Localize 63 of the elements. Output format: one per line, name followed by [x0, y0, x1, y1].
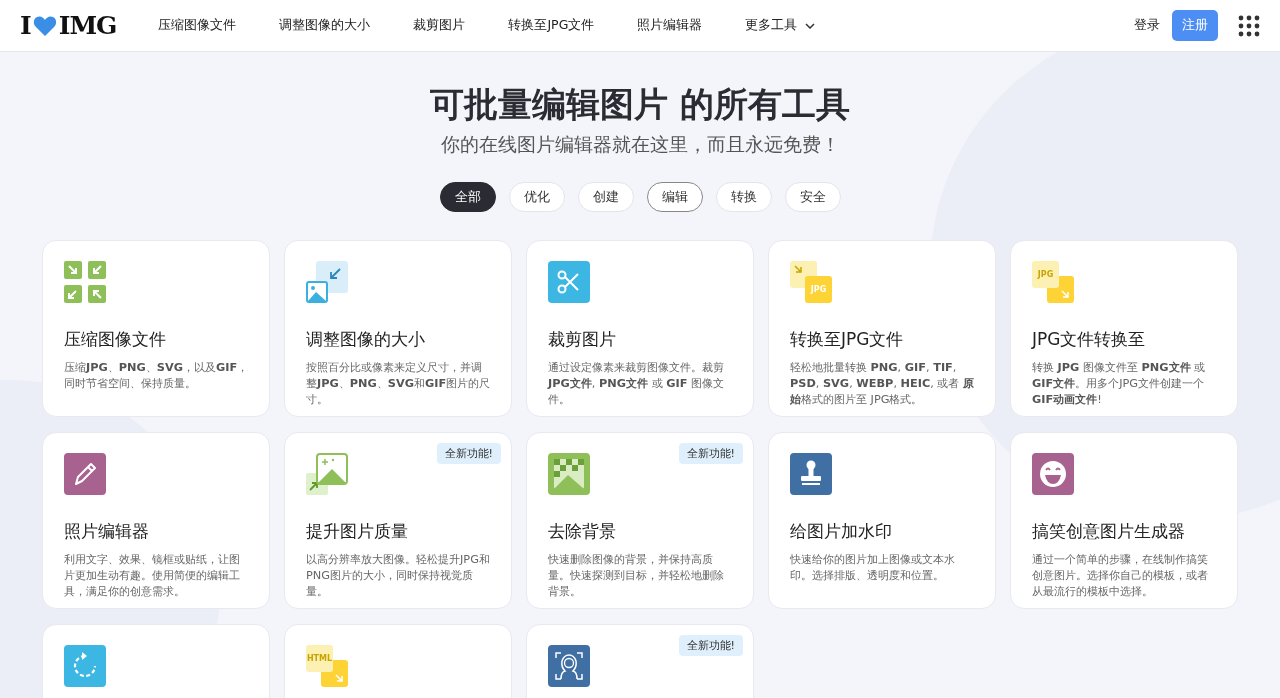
nav-link[interactable]: 压缩图像文件	[144, 17, 251, 34]
tool-card[interactable]: 搞笑创意图片生成器 通过一个简单的步骤，在线制作搞笑创意图片。选择你自己的模板，或者从最流行的模板中选择。	[1010, 432, 1238, 609]
pencil-icon	[64, 453, 106, 495]
login-link[interactable]: 登录	[1134, 17, 1160, 34]
stamp-icon	[790, 453, 832, 495]
tool-description: 快速删除图像的背景，并保持高质量。快速探测到目标，并轻松地删除背景。	[548, 552, 725, 600]
nav-link[interactable]: 更多工具	[731, 17, 830, 34]
tool-title: 裁剪图片	[548, 328, 617, 351]
logo[interactable]: I IMG	[20, 11, 117, 40]
tool-description: 压缩JPG、PNG、SVG，以及GIF，同时节省空间、保持质量。	[64, 360, 249, 392]
new-feature-badge: 全新功能!	[678, 635, 743, 656]
tool-description: 通过一个简单的步骤，在线制作搞笑创意图片。选择你自己的模板，或者从最流行的模板中选择。	[1032, 552, 1209, 600]
face-scan-icon	[548, 645, 590, 687]
page-title: 可批量编辑图片 的所有工具	[429, 83, 851, 126]
upscale-image-icon	[306, 453, 348, 495]
tool-description: 按照百分比或像素来定义尺寸，并调整JPG、PNG、SVG和GIF图片的尺寸。	[306, 360, 491, 408]
tool-description: 以高分辨率放大图像。轻松提升JPG和PNG图片的大小，同时保持视觉质量。	[306, 552, 491, 600]
nav-link[interactable]: 裁剪图片	[399, 17, 480, 34]
filter-tab[interactable]: 转换	[715, 182, 772, 212]
nav-link[interactable]: 转换至JPG文件	[494, 17, 609, 34]
tool-title: 搞笑创意图片生成器	[1032, 520, 1186, 543]
tool-card[interactable]: 全新功能! 去除背景 快速删除图像的背景，并保持高质量。快速探测到目标，并轻松地删除背景。	[526, 432, 754, 609]
tool-description: 轻松地批量转换 PNG, GIF, TIF, PSD, SVG, WEBP, HEIC, 或者 原始格式的图片至 JPG格式。	[790, 360, 975, 408]
tool-card[interactable]: 照片编辑器 利用文字、效果、镜框或贴纸，让图片更加生动有趣。使用简便的编辑工具，满足你的创意需求。	[42, 432, 270, 609]
apps-grid-icon[interactable]	[1238, 14, 1260, 37]
filter-tab[interactable]: 编辑	[646, 182, 703, 212]
tool-description: 转换 JPG 图像文件至 PNG文件 或 GIF文件。用多个JPG文件创建一个 GIF动画文件!	[1032, 360, 1207, 408]
filter-tab[interactable]: 全部	[439, 182, 496, 212]
tool-card[interactable]: 裁剪图片 通过设定像素来裁剪图像文件。裁剪 JPG文件, PNG文件 或 GIF 图像文件。	[526, 240, 754, 417]
tool-title: JPG文件转换至	[1032, 328, 1147, 351]
filter-tab[interactable]: 安全	[784, 182, 841, 212]
scissors-icon	[548, 261, 590, 303]
tool-card[interactable]: 调整图像的大小 按照百分比或像素来定义尺寸，并调整JPG、PNG、SVG和GIF图片的尺寸。	[284, 240, 512, 417]
tool-title: 压缩图像文件	[64, 328, 167, 351]
compress-arrows-icon	[64, 261, 106, 303]
resize-image-icon	[306, 261, 348, 303]
tool-description: 利用文字、效果、镜框或贴纸，让图片更加生动有趣。使用简便的编辑工具，满足你的创意需求。	[64, 552, 241, 600]
tool-card[interactable]: 给图片加水印 快速给你的图片加上图像或文本水印。选择排版、透明度和位置。	[768, 432, 996, 609]
tool-title: 提升图片质量	[306, 520, 409, 543]
chevron-down-icon	[805, 22, 816, 29]
remove-background-icon	[548, 453, 590, 495]
rotate-icon	[64, 645, 106, 687]
new-feature-badge: 全新功能!	[436, 443, 501, 464]
tool-title: 转换至JPG文件	[790, 328, 905, 351]
filter-tab[interactable]: 优化	[508, 182, 565, 212]
heart-icon	[31, 14, 58, 37]
laughing-face-icon	[1032, 453, 1074, 495]
tool-description: 通过设定像素来裁剪图像文件。裁剪 JPG文件, PNG文件 或 GIF 图像文件。	[548, 360, 725, 408]
new-feature-badge: 全新功能!	[678, 443, 743, 464]
tool-card[interactable]: JPG JPG文件转换至 转换 JPG 图像文件至 PNG文件 或 GIF文件。用多个JPG文件创建一个 GIF动画文件!	[1010, 240, 1238, 417]
tool-description: 快速给你的图片加上图像或文本水印。选择排版、透明度和位置。	[790, 552, 956, 584]
filter-tab[interactable]: 创建	[577, 182, 634, 212]
nav-link[interactable]: 调整图像的大小	[265, 17, 385, 34]
nav-link[interactable]: 照片编辑器	[623, 17, 717, 34]
tool-card[interactable]: 全新功能! 提升图片质量 以高分辨率放大图像。轻松提升JPG和PNG图片的大小，同时保持视觉质量。	[284, 432, 512, 609]
tool-title: 去除背景	[548, 520, 617, 543]
tool-title: 给图片加水印	[790, 520, 893, 543]
tool-title: 照片编辑器	[64, 520, 150, 543]
tool-card[interactable]: 全新功能!	[526, 624, 754, 698]
tool-card[interactable]: 压缩图像文件 压缩JPG、PNG、SVG，以及GIF，同时节省空间、保持质量。	[42, 240, 270, 417]
page-subtitle: 你的在线图片编辑器就在这里，而且永远免费！	[439, 132, 841, 157]
tool-title: 调整图像的大小	[306, 328, 426, 351]
tool-card[interactable]: JPG 转换至JPG文件 轻松地批量转换 PNG, GIF, TIF, PSD, SVG, WEBP, HEIC, 或者 原始格式的图片至 JPG格式。	[768, 240, 996, 417]
